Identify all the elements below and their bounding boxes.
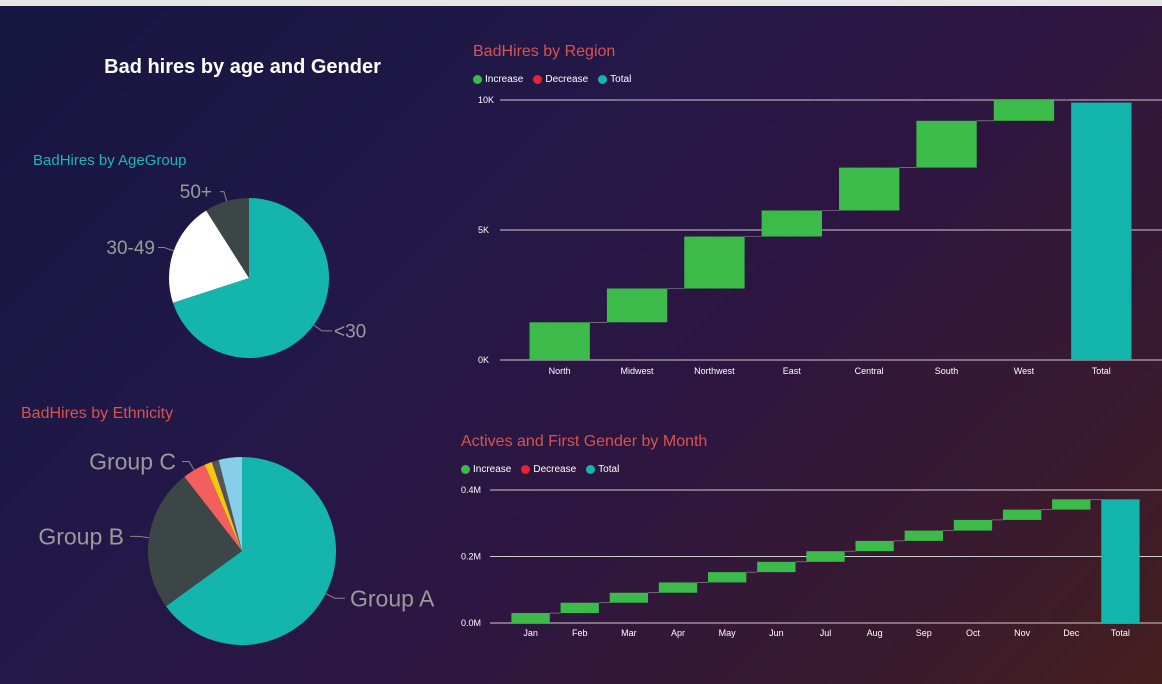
x-tick-label-may: May	[719, 628, 737, 638]
x-tick-label-sep: Sep	[916, 628, 932, 638]
x-tick-label-west: West	[1014, 366, 1035, 376]
y-tick-label: 0.4M	[461, 485, 481, 495]
x-tick-label-total: Total	[1111, 628, 1130, 638]
x-tick-label-apr: Apr	[671, 628, 685, 638]
x-tick-label-east: East	[783, 366, 802, 376]
ethnicity-pie-chart[interactable]: Group A Group B Group C	[0, 430, 450, 670]
leader-line	[158, 247, 174, 252]
x-tick-label-north: North	[549, 366, 571, 376]
bar-oct[interactable]	[953, 519, 993, 531]
top-bar	[0, 0, 1162, 6]
pie-label-30: <30	[334, 322, 366, 343]
total-dot-icon	[598, 75, 608, 84]
month-legend: Increase Decrease Total	[461, 464, 619, 475]
decrease-dot-icon	[521, 465, 531, 474]
bar-jun[interactable]	[757, 561, 796, 573]
legend-total-label: Total	[598, 464, 620, 475]
age-chart-title: BadHires by AgeGroup	[33, 152, 187, 169]
leader-line	[220, 191, 228, 202]
bar-may[interactable]	[708, 572, 747, 583]
month-chart-title: Actives and First Gender by Month	[461, 433, 708, 450]
y-tick-label: 0.2M	[461, 552, 481, 562]
bar-midwest[interactable]	[606, 288, 668, 323]
legend-total-label: Total	[610, 74, 632, 85]
bar-jan[interactable]	[511, 613, 550, 623]
x-tick-label-nov: Nov	[1014, 628, 1031, 638]
legend-total[interactable]: Total	[598, 74, 631, 85]
pie-label-group-a: Group A	[350, 585, 435, 611]
x-tick-label-midwest: Midwest	[621, 366, 655, 376]
x-tick-label-aug: Aug	[867, 628, 883, 638]
region-legend: Increase Decrease Total	[473, 74, 631, 85]
pie-label-50: 50+	[180, 182, 212, 203]
legend-decrease[interactable]: Decrease	[533, 74, 588, 85]
x-tick-label-jan: Jan	[523, 628, 538, 638]
bar-total[interactable]	[1071, 102, 1132, 360]
bar-north[interactable]	[529, 322, 590, 360]
bar-sep[interactable]	[904, 530, 943, 541]
month-waterfall-chart[interactable]: 0.0M 0.2M 0.4M Jan Feb Mar Apr May Jun Jul Aug Sep…	[455, 478, 1162, 648]
x-tick-label-oct: Oct	[966, 628, 981, 638]
ethnicity-chart-title: BadHires by Ethnicity	[21, 405, 174, 422]
total-dot-icon	[586, 465, 596, 474]
y-tick-label: 10K	[478, 95, 494, 105]
leader-line	[130, 535, 150, 539]
region-chart-title: BadHires by Region	[473, 43, 616, 60]
x-tick-label-jun: Jun	[769, 628, 784, 638]
bar-jul[interactable]	[806, 551, 845, 562]
bar-aug[interactable]	[855, 540, 894, 552]
bar-dec[interactable]	[1052, 499, 1091, 510]
legend-increase-label: Increase	[485, 74, 524, 85]
decrease-dot-icon	[533, 75, 543, 84]
bar-feb[interactable]	[560, 602, 599, 614]
x-tick-label-south: South	[935, 366, 959, 376]
y-tick-label: 0.0M	[461, 618, 481, 628]
increase-dot-icon	[461, 465, 470, 474]
pie-label-30-49: 30-49	[106, 238, 155, 259]
legend-increase[interactable]: Increase	[473, 74, 523, 85]
bar-nov[interactable]	[1002, 509, 1042, 520]
x-tick-label-dec: Dec	[1063, 628, 1080, 638]
bar-total[interactable]	[1101, 499, 1140, 623]
bar-central[interactable]	[839, 167, 900, 211]
y-tick-label: 5K	[478, 225, 489, 235]
y-tick-label: 0K	[478, 355, 489, 365]
legend-total[interactable]: Total	[586, 464, 619, 475]
bar-mar[interactable]	[609, 592, 649, 603]
legend-decrease[interactable]: Decrease	[521, 464, 576, 475]
region-waterfall-chart[interactable]: 0K 5K 10K North Midwest Northwest East Central…	[460, 88, 1162, 383]
legend-increase[interactable]: Increase	[461, 464, 511, 475]
x-tick-label-northwest: Northwest	[694, 366, 735, 376]
leader-line	[182, 460, 195, 471]
x-tick-label-central: Central	[855, 366, 884, 376]
legend-increase-label: Increase	[473, 464, 512, 475]
leader-line	[313, 324, 332, 332]
bar-northwest[interactable]	[684, 236, 745, 289]
pie-label-group-b: Group B	[38, 523, 124, 549]
pie-label-group-c: Group C	[89, 449, 176, 475]
x-tick-label-mar: Mar	[621, 628, 637, 638]
increase-dot-icon	[473, 75, 482, 84]
page-title: Bad hires by age and Gender	[104, 56, 381, 78]
leader-line	[325, 593, 345, 599]
x-tick-label-total: Total	[1092, 366, 1111, 376]
bar-west[interactable]	[993, 100, 1055, 121]
bar-east[interactable]	[761, 210, 822, 237]
bar-apr[interactable]	[658, 582, 698, 593]
age-pie-chart[interactable]: <30 30-49 50+	[40, 170, 420, 390]
legend-decrease-label: Decrease	[533, 464, 577, 475]
legend-decrease-label: Decrease	[545, 74, 589, 85]
bar-south[interactable]	[916, 120, 977, 168]
x-tick-label-feb: Feb	[572, 628, 588, 638]
x-tick-label-jul: Jul	[820, 628, 832, 638]
